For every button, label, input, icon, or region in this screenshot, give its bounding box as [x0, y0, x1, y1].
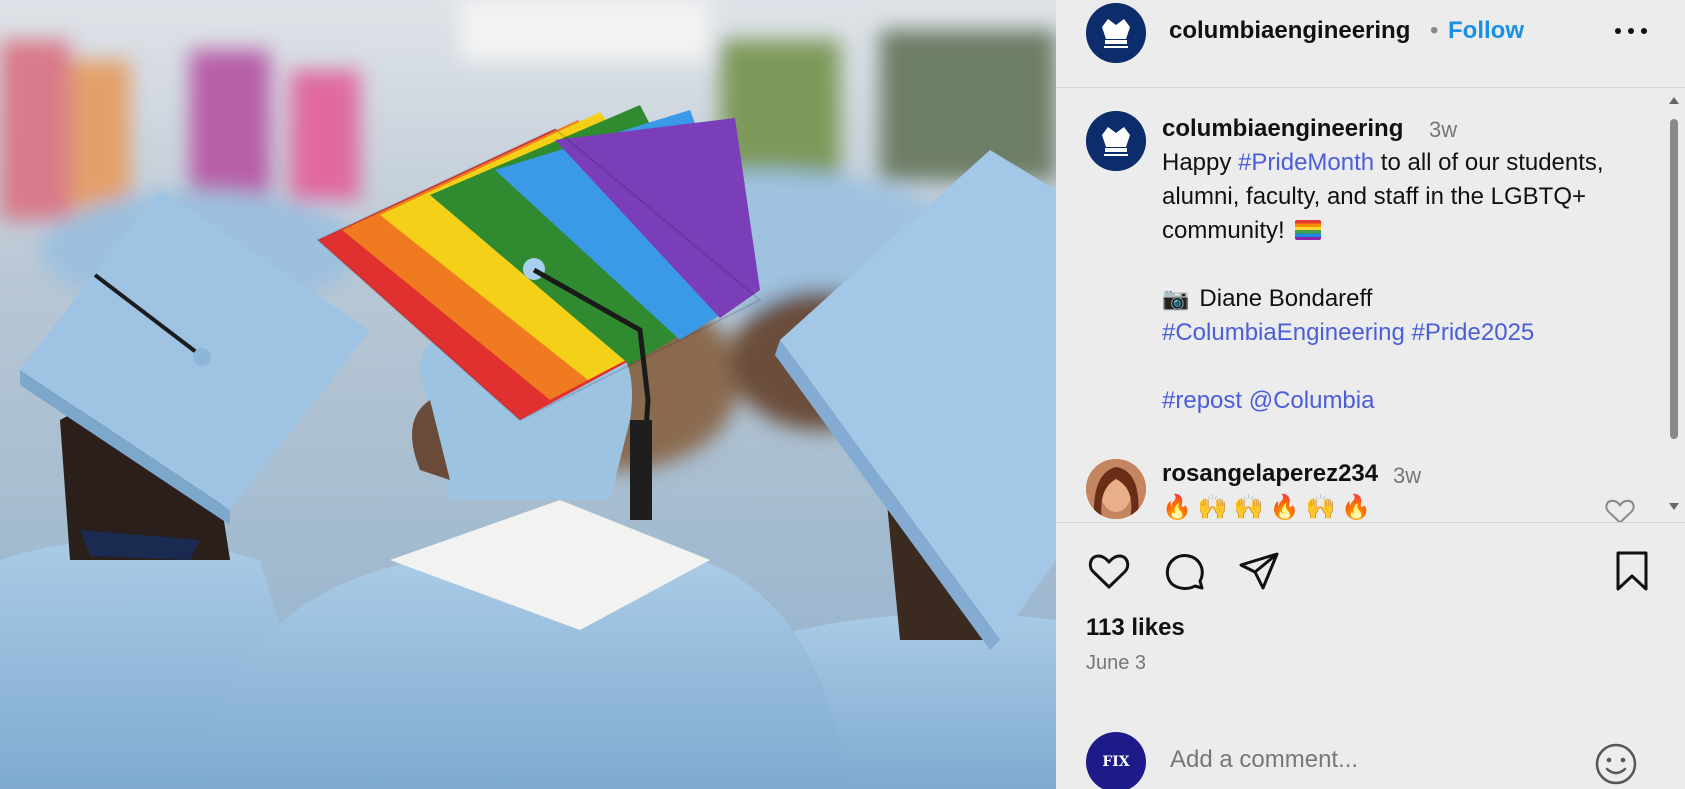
- account-avatar[interactable]: [1086, 3, 1146, 63]
- current-user-avatar: FIX: [1086, 732, 1146, 789]
- likes-count[interactable]: 113 likes: [1086, 614, 1185, 642]
- comment-time[interactable]: 3w: [1393, 463, 1421, 489]
- smiley-icon[interactable]: [1594, 742, 1638, 786]
- caption-avatar[interactable]: [1086, 111, 1146, 171]
- avatar-logo-text: FIX: [1102, 754, 1130, 770]
- send-icon[interactable]: [1236, 548, 1282, 594]
- rainbow-flag-emoji: [1295, 220, 1322, 240]
- hashtags-line[interactable]: #ColumbiaEngineering #Pride2025: [1162, 319, 1534, 346]
- bookmark-icon[interactable]: [1609, 548, 1655, 594]
- hashtag-pridemonth[interactable]: #PrideMonth: [1238, 149, 1374, 176]
- caption-time[interactable]: 3w: [1429, 117, 1457, 143]
- photo-credit: Diane Bondareff: [1199, 285, 1373, 312]
- repost-line[interactable]: #repost @Columbia: [1162, 387, 1374, 414]
- comments-scrollbar[interactable]: [1666, 89, 1682, 522]
- scroll-down-arrow-icon[interactable]: [1669, 503, 1679, 510]
- comments-scroll-area[interactable]: columbiaengineering 3w Happy #PrideMonth…: [1056, 89, 1685, 523]
- comment-icon[interactable]: [1161, 548, 1207, 594]
- more-options-icon[interactable]: [1611, 14, 1651, 46]
- action-bar: [1056, 548, 1685, 598]
- comment-username[interactable]: rosangelaperez234: [1162, 460, 1378, 488]
- scroll-up-arrow-icon[interactable]: [1669, 97, 1679, 104]
- heart-icon[interactable]: [1086, 548, 1132, 594]
- commenter-avatar[interactable]: [1086, 459, 1146, 519]
- header-separator: •: [1430, 17, 1439, 44]
- follow-button[interactable]: Follow: [1448, 17, 1524, 45]
- camera-emoji: 📷: [1162, 286, 1190, 311]
- post-header: columbiaengineering • Follow: [1056, 0, 1685, 88]
- post-date: June 3: [1086, 652, 1147, 674]
- post-photo[interactable]: [0, 0, 1056, 789]
- caption-text: Happy #PrideMonth to all of our students…: [1162, 146, 1642, 418]
- scrollbar-thumb[interactable]: [1670, 119, 1678, 439]
- post-panel: columbiaengineering • Follow columbiaeng…: [1056, 0, 1685, 789]
- add-comment-bar: FIX: [1056, 728, 1685, 789]
- add-comment-input[interactable]: [1170, 742, 1550, 778]
- caption-text-start: Happy: [1162, 149, 1239, 176]
- comment-like-heart-icon[interactable]: [1604, 497, 1636, 522]
- caption-username[interactable]: columbiaengineering: [1162, 115, 1403, 143]
- comment-text: 🔥🙌🙌🔥🙌🔥: [1162, 494, 1378, 521]
- header-username[interactable]: columbiaengineering: [1169, 17, 1410, 45]
